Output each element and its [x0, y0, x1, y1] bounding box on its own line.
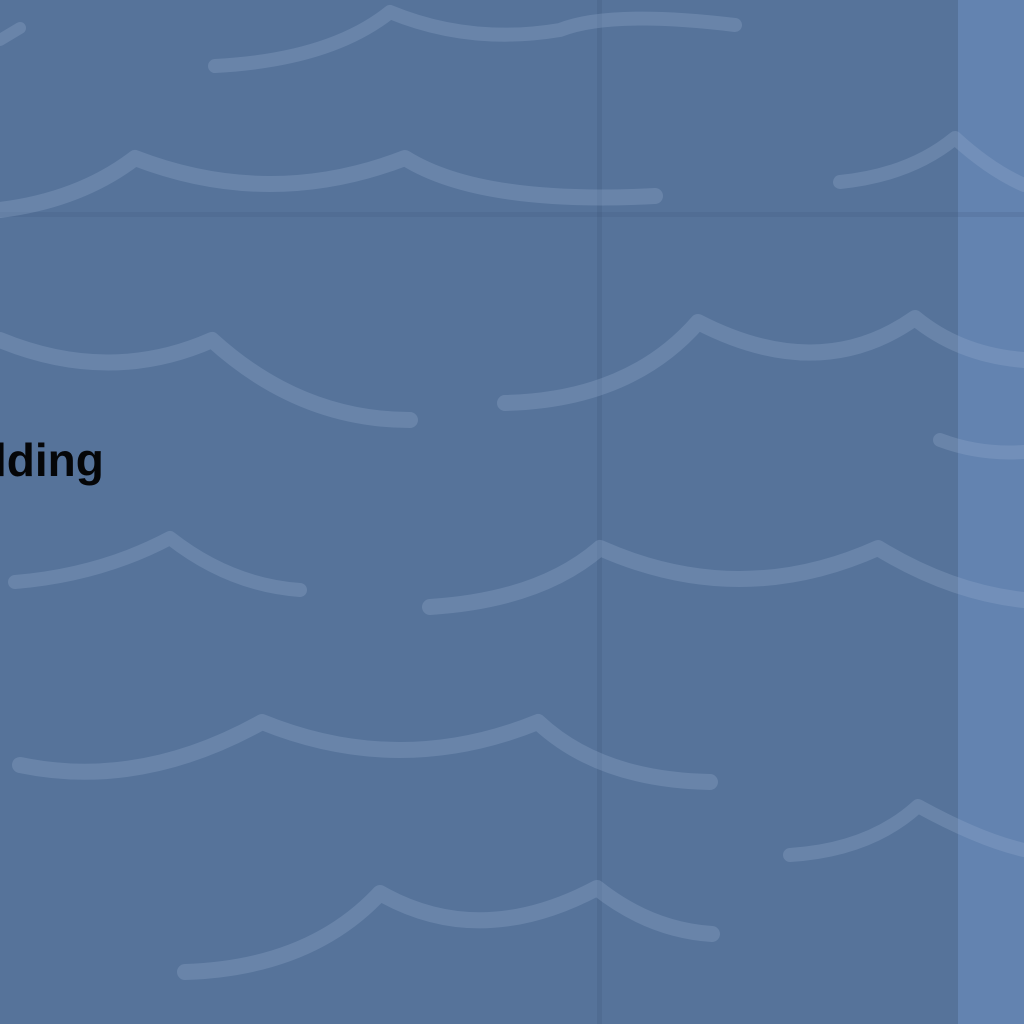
- wave-mark: [933, 433, 1024, 460]
- wave-mark: [8, 531, 307, 597]
- wave-mark: [12, 714, 718, 790]
- wave-mark: [0, 332, 418, 428]
- wave-pattern: [0, 5, 1024, 980]
- wave-mark: [783, 799, 1024, 862]
- place-label: lding: [0, 434, 104, 486]
- wave-mark: [833, 131, 1024, 192]
- wave-mark: [177, 880, 720, 980]
- wave-mark: [422, 540, 1024, 615]
- wave-mark: [497, 310, 1024, 411]
- map-view[interactable]: lding: [0, 0, 1024, 1024]
- wave-mark: [0, 22, 26, 46]
- wave-mark: [0, 150, 663, 218]
- wave-mark: [208, 5, 742, 73]
